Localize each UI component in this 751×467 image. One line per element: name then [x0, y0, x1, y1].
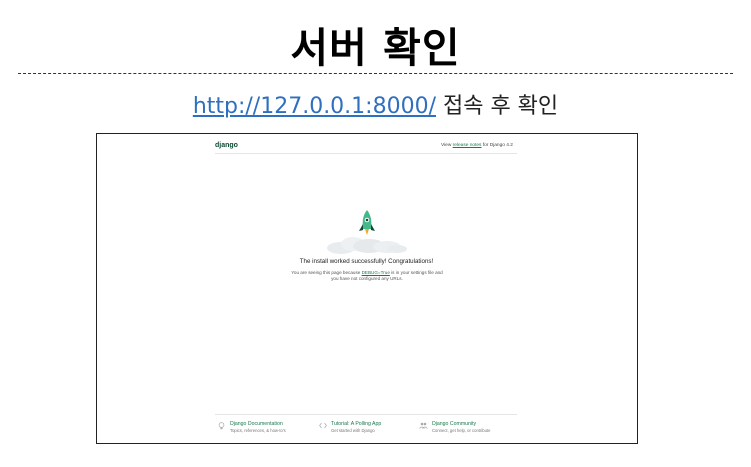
footer-link-desc: Topics, references, & how-to's — [230, 428, 286, 433]
install-success-headline: The install worked successfully! Congrat… — [299, 258, 434, 265]
dashed-divider — [18, 73, 733, 74]
footer-link-title: Django Community — [432, 421, 477, 427]
server-url-link[interactable]: http://127.0.0.1:8000/ — [193, 94, 436, 119]
footer-link-title: Tutorial: A Polling App — [331, 421, 382, 427]
top-note-suffix: for Django 4.2 — [481, 143, 513, 148]
subtitle-suffix: 접속 후 확인 — [435, 94, 559, 119]
top-note-prefix: View — [441, 143, 453, 148]
debug-explanation: You are seeing this page because DEBUG=T… — [287, 270, 447, 282]
browser-screenshot-frame: django View release notes for Django 4.2… — [96, 133, 638, 444]
debug-true-link[interactable]: DEBUG=True — [362, 270, 390, 275]
footer-link-community[interactable]: Django Community Connect, get help, or c… — [419, 421, 490, 433]
lightbulb-icon — [217, 421, 226, 430]
footer-divider — [215, 414, 517, 415]
people-icon — [419, 421, 428, 430]
code-icon — [318, 421, 327, 430]
footer-link-documentation[interactable]: Django Documentation Topics, references,… — [217, 421, 286, 433]
slide-subtitle: http://127.0.0.1:8000/ 접속 후 확인 — [0, 88, 751, 120]
slide-title: 서버 확인 — [290, 24, 461, 72]
footer-link-desc: Get started with Django — [331, 428, 375, 433]
release-notes-note: View release notes for Django 4.2 — [441, 143, 513, 148]
footer-link-tutorial[interactable]: Tutorial: A Polling App Get started with… — [318, 421, 381, 433]
django-logo[interactable]: django — [215, 142, 238, 149]
clouds-icon — [327, 237, 407, 254]
release-notes-link[interactable]: release notes — [453, 143, 482, 148]
body-prefix: You are seeing this page because — [291, 270, 362, 275]
header-divider — [215, 153, 517, 154]
footer-link-desc: Connect, get help, or contribute — [432, 428, 491, 433]
footer-link-title: Django Documentation — [230, 421, 283, 427]
